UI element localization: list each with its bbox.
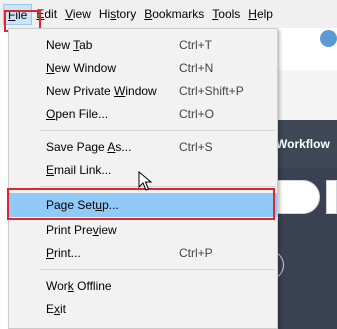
menu-separator [39,186,275,187]
menu-view[interactable]: View [61,4,95,25]
menu-item-new-window[interactable]: New Window Ctrl+N [9,57,277,79]
annotation-page-setup-box [7,188,275,220]
menu-item-open-file[interactable]: Open File... Ctrl+O [9,103,277,125]
background-toolbar [270,70,337,120]
menu-item-work-offline[interactable]: Work Offline [9,275,277,297]
shortcut-label: Ctrl+S [179,140,213,154]
menu-item-exit[interactable]: Exit [9,298,277,320]
menu-bookmarks[interactable]: Bookmarks [140,4,208,25]
menu-item-print-preview[interactable]: Print Preview [9,219,277,241]
menu-help[interactable]: Help [244,4,277,25]
menu-item-print[interactable]: Print... Ctrl+P [9,242,277,264]
blue-circle-icon [320,30,337,47]
background-accent [290,30,337,70]
menubar: File Edit View History Bookmarks Tools H… [0,0,337,28]
menu-tools[interactable]: Tools [208,4,244,25]
workflow-label: Workflow [276,137,330,151]
menu-item-new-private-window[interactable]: New Private Window Ctrl+Shift+P [9,80,277,102]
menu-item-save-page-as[interactable]: Save Page As... Ctrl+S [9,136,277,158]
shortcut-label: Ctrl+O [179,107,215,121]
menu-separator [39,130,275,131]
menu-item-new-tab[interactable]: New Tab Ctrl+T [9,34,277,56]
shortcut-label: Ctrl+T [179,38,212,52]
shortcut-label: Ctrl+P [179,246,213,260]
shortcut-label: Ctrl+N [179,61,214,75]
mouse-pointer-icon [138,171,153,191]
menu-history[interactable]: History [95,4,140,25]
menu-separator [39,269,275,270]
workflow-header: Workflow [270,120,337,168]
background-button [326,180,337,214]
shortcut-label: Ctrl+Shift+P [179,84,244,98]
